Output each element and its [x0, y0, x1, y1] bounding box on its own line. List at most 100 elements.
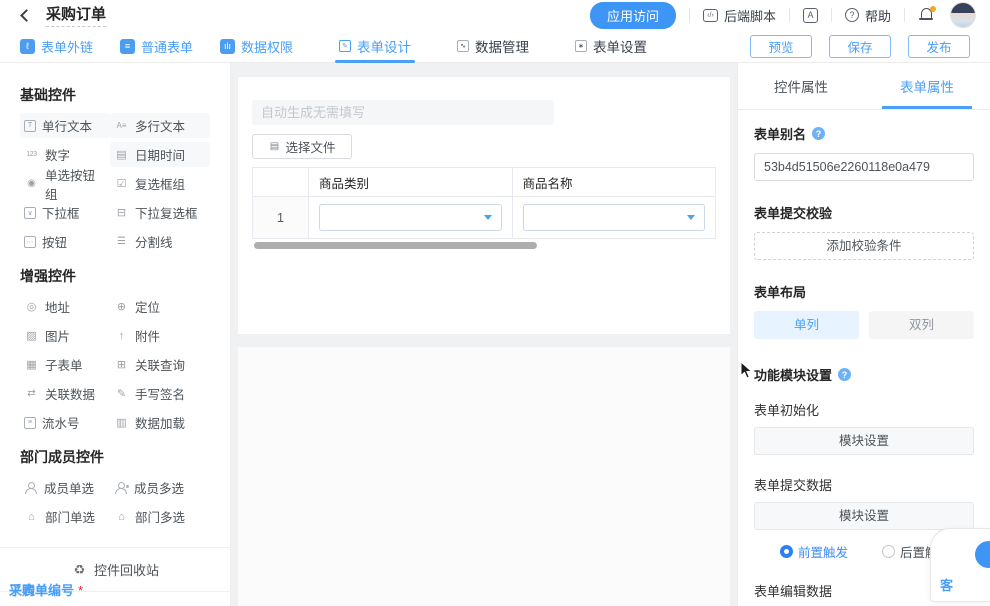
- section-title-dept-member-controls: 部门成员控件: [20, 447, 230, 467]
- control-multi-line-text[interactable]: 多行文本: [110, 113, 210, 138]
- control-divider[interactable]: 分割线: [110, 229, 210, 254]
- normal-form-button[interactable]: 普通表单: [120, 37, 193, 56]
- enhanced-controls-grid: 地址 定位 图片 附件 子表单 关联查询 关联数据 手写签名 流水号 数据加载: [20, 292, 230, 437]
- publish-button[interactable]: 发布: [908, 35, 970, 58]
- data-load-icon: [114, 415, 129, 430]
- control-attachment[interactable]: 附件: [110, 323, 210, 348]
- attachment-icon: [114, 328, 129, 343]
- control-geolocation[interactable]: 定位: [110, 294, 210, 319]
- help-button[interactable]: 帮助: [845, 6, 891, 25]
- product-name-select[interactable]: [523, 204, 706, 231]
- subform-field[interactable]: 子表单 选择文件 商品类别 商品名称 1: [252, 134, 716, 249]
- content: 基础控件 单行文本 多行文本 数字 日期时间 单选按钮组 复选框组 下拉框 下拉…: [0, 63, 990, 606]
- button-icon: [24, 236, 36, 248]
- form-external-link-button[interactable]: 表单外链: [20, 37, 93, 56]
- control-dropdown[interactable]: 下拉框: [20, 200, 110, 225]
- tab-data-management[interactable]: 数据管理: [457, 30, 529, 62]
- controls-sidebar: 基础控件 单行文本 多行文本 数字 日期时间 单选按钮组 复选框组 下拉框 下拉…: [0, 63, 231, 606]
- control-date-time[interactable]: 日期时间: [110, 142, 210, 167]
- control-checkbox-group[interactable]: 复选框组: [110, 171, 210, 196]
- notifications-button[interactable]: [918, 6, 936, 24]
- control-button[interactable]: 按钮: [20, 229, 110, 254]
- form-submit-module-button[interactable]: 模块设置: [754, 502, 974, 530]
- horizontal-scrollbar: [252, 242, 716, 249]
- layout-single-column-button[interactable]: 单列: [754, 311, 859, 339]
- page-title[interactable]: 采购订单: [46, 3, 106, 27]
- number-icon: [24, 147, 39, 162]
- submit-validation-label: 表单提交校验: [754, 203, 974, 222]
- canvas-empty-area: [238, 347, 730, 606]
- subform-header-row: 商品类别 商品名称: [253, 168, 716, 197]
- backend-script-button[interactable]: 后端脚本: [703, 6, 776, 25]
- control-address[interactable]: 地址: [20, 294, 110, 319]
- header-actions: 应用访问 后端脚本 帮助: [590, 2, 976, 29]
- choose-file-button[interactable]: 选择文件: [252, 134, 352, 159]
- form-link-group: 表单外链 普通表单 数据权限: [20, 37, 293, 56]
- chevron-left-icon: [20, 9, 33, 22]
- translate-icon[interactable]: [803, 8, 818, 23]
- control-member-single[interactable]: 成员单选: [20, 475, 110, 500]
- app-access-button[interactable]: 应用访问: [590, 2, 676, 29]
- control-data-load[interactable]: 数据加载: [110, 410, 210, 435]
- back-button[interactable]: [14, 5, 34, 25]
- control-image[interactable]: 图片: [20, 323, 110, 348]
- customer-service-label: 客: [940, 575, 953, 594]
- multi-line-text-icon: [114, 118, 129, 133]
- document-icon: [120, 39, 135, 54]
- form-init-module-button[interactable]: 模块设置: [754, 427, 974, 455]
- required-mark: *: [78, 583, 83, 598]
- form-design-icon: [339, 40, 351, 52]
- tab-form-settings[interactable]: 表单设置: [575, 30, 647, 62]
- save-button[interactable]: 保存: [829, 35, 891, 58]
- control-single-line-text[interactable]: 单行文本: [20, 113, 110, 138]
- help-circle-icon[interactable]: ?: [838, 368, 851, 381]
- control-linked-data[interactable]: 关联数据: [20, 381, 110, 406]
- bar-chart-icon: [220, 39, 235, 54]
- radio-pre-trigger[interactable]: 前置触发: [780, 542, 848, 561]
- control-member-multi[interactable]: 成员多选: [110, 475, 210, 500]
- control-serial-number[interactable]: 流水号: [20, 410, 110, 435]
- chevron-down-icon: [687, 215, 695, 220]
- control-linked-query[interactable]: 关联查询: [110, 352, 210, 377]
- serial-number-icon: [24, 417, 36, 429]
- form-alias-input[interactable]: 53b4d51506e2260118e0a479: [754, 153, 974, 181]
- section-title-basic-controls: 基础控件: [20, 85, 230, 105]
- data-permission-button[interactable]: 数据权限: [220, 37, 293, 56]
- control-radio-group[interactable]: 单选按钮组: [20, 162, 110, 206]
- add-validation-button[interactable]: 添加校验条件: [754, 232, 974, 260]
- subform-table: 商品类别 商品名称 1: [252, 167, 716, 239]
- form-alias-label: 表单别名 ?: [754, 124, 974, 143]
- linked-query-icon: [114, 357, 129, 372]
- preview-button[interactable]: 预览: [750, 35, 812, 58]
- help-circle-icon[interactable]: ?: [812, 127, 825, 140]
- scrollbar-thumb[interactable]: [254, 242, 537, 249]
- linked-data-icon: [24, 386, 39, 401]
- customer-service-icon: [975, 541, 990, 568]
- product-category-select[interactable]: [319, 204, 502, 231]
- po-number-input[interactable]: 自动生成无需填写: [252, 100, 554, 125]
- po-number-field[interactable]: 采购单编号* 自动生成无需填写: [252, 100, 716, 125]
- tab-form-design[interactable]: 表单设计: [339, 30, 411, 62]
- customer-service-widget[interactable]: 客: [930, 528, 990, 602]
- layout-double-column-button[interactable]: 双列: [869, 311, 974, 339]
- control-subform[interactable]: 子表单: [20, 352, 110, 377]
- column-header: 商品名称: [512, 168, 716, 197]
- control-department-multi[interactable]: 部门多选: [110, 504, 210, 529]
- column-header: 商品类别: [309, 168, 513, 197]
- avatar[interactable]: [950, 2, 976, 28]
- panel-tabs: 控件属性 表单属性: [738, 63, 990, 110]
- signature-icon: [114, 386, 129, 401]
- control-dropdown-multiselect[interactable]: 下拉复选框: [110, 200, 210, 225]
- tab-form-properties[interactable]: 表单属性: [864, 63, 990, 109]
- divider-icon: [114, 234, 129, 249]
- layout-segmented-control: 单列 双列: [754, 311, 974, 339]
- department-multi-icon: [114, 509, 129, 524]
- form-canvas: 采购单编号* 自动生成无需填写 子表单 选择文件 商品类别 商品名称: [231, 63, 737, 606]
- department-single-icon: [24, 509, 39, 524]
- subform-icon: [24, 357, 39, 372]
- tab-widget-properties[interactable]: 控件属性: [738, 63, 864, 109]
- control-department-single[interactable]: 部门单选: [20, 504, 110, 529]
- toolbar-actions: 预览 保存 发布: [750, 35, 970, 58]
- form-layout-label: 表单布局: [754, 282, 974, 301]
- control-signature[interactable]: 手写签名: [110, 381, 210, 406]
